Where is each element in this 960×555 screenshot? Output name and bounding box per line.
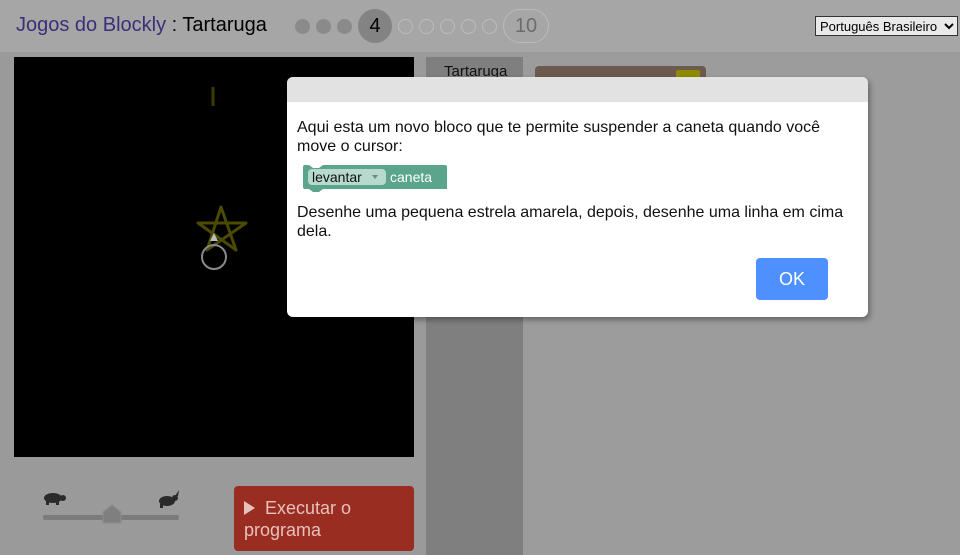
- level-5-link[interactable]: [398, 18, 413, 34]
- pen-block-label: caneta: [390, 169, 432, 185]
- level-6-link[interactable]: [419, 18, 434, 34]
- language-select[interactable]: Português Brasileiro: [815, 16, 958, 36]
- ok-button[interactable]: OK: [756, 258, 828, 300]
- instruction-dialog: Aqui esta um novo bloco que te permite s…: [287, 77, 868, 317]
- title-separator: :: [166, 14, 183, 36]
- run-program-button[interactable]: Executar o programa: [234, 486, 414, 551]
- current-level[interactable]: 4: [358, 9, 392, 43]
- level-3-link[interactable]: [337, 18, 352, 34]
- dialog-task-text: Desenhe uma pequena estrela amarela, dep…: [297, 204, 844, 240]
- turtle-cursor: [201, 244, 227, 270]
- speed-slider-thumb[interactable]: [102, 504, 122, 524]
- level-selector: 4 10: [295, 9, 549, 43]
- turtle-icon: [44, 493, 66, 505]
- pen-up-block: levantar caneta: [303, 165, 447, 192]
- last-level-link[interactable]: 10: [503, 9, 549, 43]
- page-title: Jogos do Blockly : Tartaruga: [16, 14, 267, 37]
- play-icon: [244, 500, 255, 515]
- run-button-label: Executar o programa: [244, 497, 352, 540]
- level-1-link[interactable]: [295, 18, 310, 34]
- controls: Executar o programa: [14, 470, 414, 555]
- header: Jogos do Blockly : Tartaruga 4 10 Portug…: [0, 0, 960, 52]
- level-9-link[interactable]: [482, 18, 497, 34]
- rabbit-icon: [159, 490, 179, 508]
- blockly-games-link[interactable]: Jogos do Blockly: [16, 14, 166, 36]
- game-name: Tartaruga: [182, 14, 267, 36]
- dialog-header: [287, 77, 868, 102]
- level-2-link[interactable]: [316, 18, 331, 34]
- pen-block-dropdown: levantar: [312, 169, 362, 185]
- level-8-link[interactable]: [461, 18, 476, 34]
- drawn-star: [196, 205, 248, 252]
- dialog-intro-text: Aqui esta um novo bloco que te permite s…: [297, 119, 821, 155]
- level-7-link[interactable]: [440, 18, 455, 34]
